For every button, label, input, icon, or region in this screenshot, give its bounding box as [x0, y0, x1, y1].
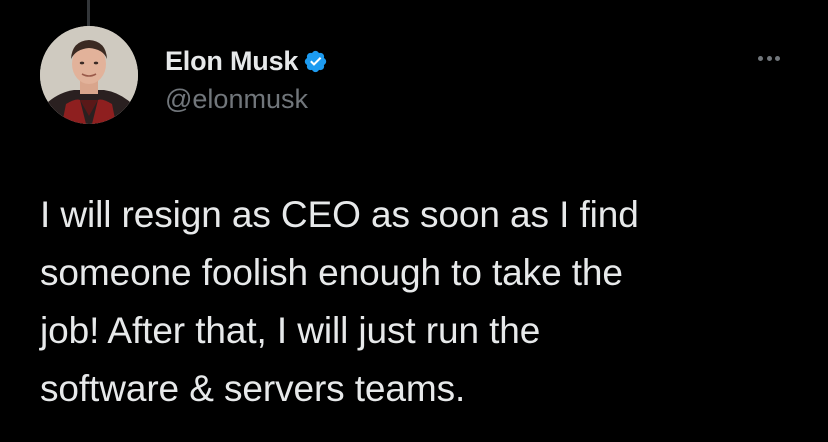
user-handle[interactable]: @elonmusk — [165, 84, 328, 115]
tweet-text-line: job! After that, I will just run the — [40, 310, 541, 351]
tweet-text: I will resign as CEO as soon as I find s… — [40, 186, 800, 418]
display-name[interactable]: Elon Musk — [165, 46, 298, 77]
avatar-image — [40, 26, 138, 124]
more-dot-icon — [766, 55, 772, 61]
more-dot-icon — [758, 55, 763, 61]
tweet-text-line: someone foolish enough to take the — [40, 252, 623, 293]
tweet-text-line: I will resign as CEO as soon as I find — [40, 194, 639, 235]
tweet-text-line: software & servers teams. — [40, 368, 466, 409]
more-options-button[interactable] — [752, 48, 786, 68]
tweet-header: Elon Musk @elonmusk — [165, 44, 328, 115]
verified-badge-icon — [303, 49, 328, 74]
tweet: Elon Musk @elonmusk I will resign as CEO… — [0, 0, 828, 442]
avatar[interactable] — [40, 26, 138, 124]
more-dot-icon — [775, 55, 780, 61]
name-row: Elon Musk — [165, 44, 328, 78]
